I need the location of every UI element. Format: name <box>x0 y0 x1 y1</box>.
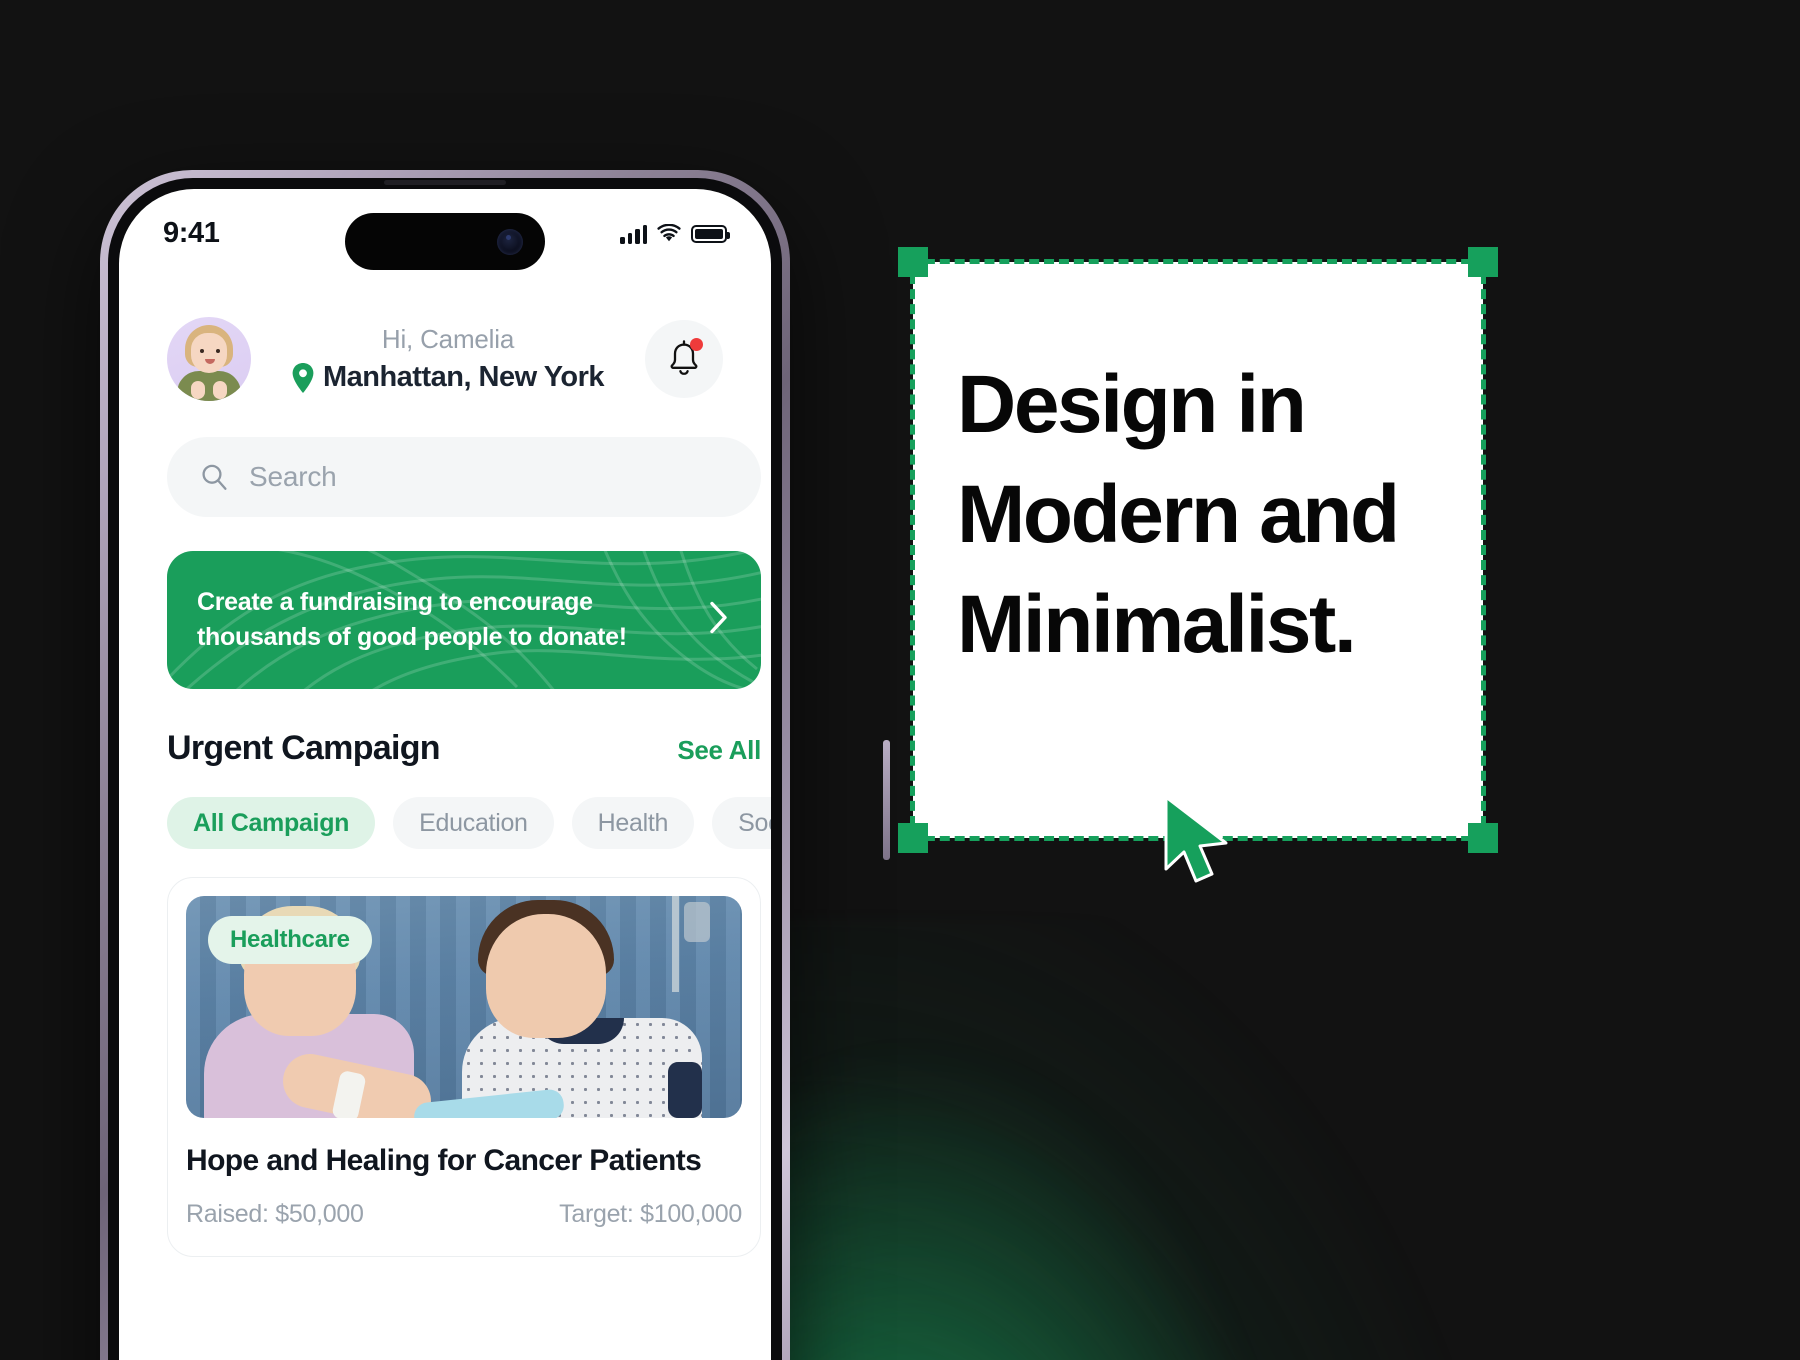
screenshot-root: 9:41 Hi, Camelia Manhattan, New York Sea… <box>0 0 1800 1360</box>
location-pin-icon <box>292 362 314 393</box>
notification-button[interactable] <box>645 320 723 398</box>
phone-screen: 9:41 Hi, Camelia Manhattan, New York Sea… <box>119 189 771 1360</box>
location-text: Manhattan, New York <box>322 361 605 393</box>
section-header: Urgent Campaign See All <box>167 729 761 768</box>
resize-handle-bottom-left[interactable] <box>898 823 928 853</box>
filter-chip-all-campaign[interactable]: All Campaign <box>167 797 376 849</box>
headline-text: Design in Modern and Minimalist. <box>957 359 1400 670</box>
campaign-progress-row: Raised: $50,000 Target: $100,000 <box>186 1200 742 1229</box>
search-input[interactable]: Search <box>167 437 761 517</box>
campaign-title: Hope and Healing for Cancer Patients <box>186 1144 702 1177</box>
selection-content: Design in Modern and Minimalist. <box>913 262 1483 680</box>
phone-mockup: 9:41 Hi, Camelia Manhattan, New York Sea… <box>100 170 890 1360</box>
phone-bezel: 9:41 Hi, Camelia Manhattan, New York Sea… <box>108 178 782 1360</box>
filter-chip-row: All Campaign Education Health Social <box>167 797 771 849</box>
location-row[interactable]: Manhattan, New York <box>263 361 633 394</box>
status-badge: Healthcare <box>208 916 372 964</box>
status-indicators <box>620 223 730 244</box>
search-icon <box>202 464 227 490</box>
greeting-text: Hi, Camelia <box>381 324 515 354</box>
selection-box[interactable]: Design in Modern and Minimalist. <box>898 247 1498 853</box>
create-fundraising-banner[interactable]: Create a fundraising to encourage thousa… <box>167 551 761 689</box>
earpiece-speaker <box>384 180 506 185</box>
header-text-group: Hi, Camelia Manhattan, New York <box>263 324 633 394</box>
see-all-link[interactable]: See All <box>677 735 761 766</box>
chevron-right-icon <box>709 601 729 640</box>
resize-handle-bottom-right[interactable] <box>1468 823 1498 853</box>
notification-badge <box>690 338 703 351</box>
resize-handle-top-left[interactable] <box>898 247 928 277</box>
wifi-icon <box>657 223 681 241</box>
cellular-bars-icon <box>620 224 647 244</box>
campaign-raised: Raised: $50,000 <box>186 1200 364 1228</box>
app-header: Hi, Camelia Manhattan, New York <box>119 317 771 401</box>
campaign-image: Healthcare <box>186 896 742 1118</box>
page-title: Urgent Campaign <box>167 729 441 767</box>
search-placeholder: Search <box>249 461 337 492</box>
status-bar: 9:41 <box>119 217 771 250</box>
resize-handle-top-right[interactable] <box>1468 247 1498 277</box>
status-time: 9:41 <box>163 217 220 249</box>
campaign-card[interactable]: Healthcare Hope and Healing for Cancer P… <box>167 877 761 1257</box>
filter-chip-education[interactable]: Education <box>393 797 554 849</box>
power-button[interactable] <box>883 740 890 860</box>
battery-full-icon <box>691 224 730 243</box>
filter-chip-social[interactable]: Social <box>712 797 771 849</box>
mouse-pointer-icon <box>1164 795 1228 883</box>
banner-text: Create a fundraising to encourage thousa… <box>197 587 627 652</box>
campaign-target: Target: $100,000 <box>559 1200 742 1228</box>
filter-chip-health[interactable]: Health <box>571 797 695 849</box>
avatar[interactable] <box>167 317 251 401</box>
